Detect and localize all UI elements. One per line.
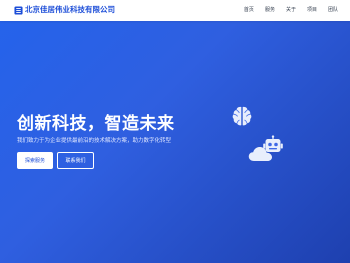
nav-services[interactable]: 服务 bbox=[265, 6, 275, 15]
contact-us-button[interactable]: 联系我们 bbox=[57, 152, 94, 169]
hero-title: 创新科技，智造未来 bbox=[17, 114, 175, 134]
hero-subtitle: 我们致力于为企业提供最前沿的技术解决方案，助力数字化转型 bbox=[17, 138, 172, 144]
brand-name[interactable]: 北京佳居伟业科技有限公司 bbox=[25, 5, 115, 15]
site-header: 北京佳居伟业科技有限公司 首页 服务 关于 项目 团队 bbox=[0, 0, 350, 21]
brain-icon bbox=[232, 106, 252, 126]
nav-home[interactable]: 首页 bbox=[244, 6, 254, 15]
nav-team[interactable]: 团队 bbox=[328, 6, 338, 15]
nav-projects[interactable]: 项目 bbox=[307, 6, 317, 15]
building-icon bbox=[14, 6, 23, 15]
explore-services-button[interactable]: 探索服务 bbox=[17, 152, 53, 169]
cloud-icon bbox=[248, 146, 272, 161]
nav-about[interactable]: 关于 bbox=[286, 6, 296, 15]
hero-section: 创新科技，智造未来 我们致力于为企业提供最前沿的技术解决方案，助力数字化转型 探… bbox=[0, 21, 350, 263]
main-nav: 首页 服务 关于 项目 团队 bbox=[233, 6, 338, 15]
